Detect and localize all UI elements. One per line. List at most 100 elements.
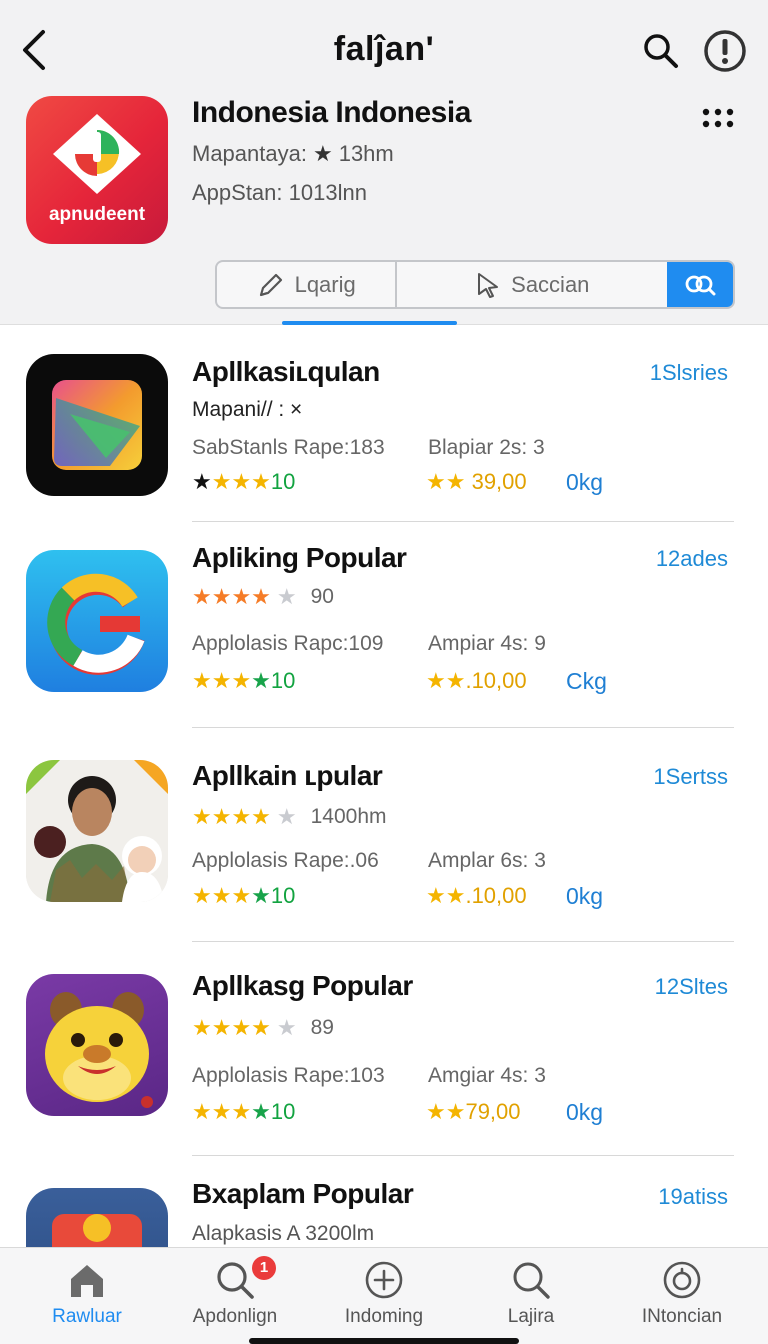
score-value: 10	[270, 1099, 296, 1124]
info-button[interactable]	[702, 28, 748, 74]
item-right-info: Blapiar 2s: 3	[428, 436, 545, 459]
star-icon: ★	[192, 469, 212, 494]
tab-intoncian[interactable]: INtoncian	[607, 1248, 757, 1344]
tab-lajira[interactable]: Lajira	[456, 1248, 606, 1344]
item-size: 0kg	[566, 469, 604, 495]
segment-search-button[interactable]	[667, 262, 733, 307]
star-icon: ★★	[426, 1099, 466, 1124]
app-name: Indonesia Indonesia	[192, 96, 471, 129]
segment-control: Lqarig Saccian	[215, 260, 735, 309]
search-icon	[644, 34, 678, 68]
active-tab-indicator	[282, 321, 457, 325]
item-left-info: Applolasis Rapc:109	[192, 632, 384, 655]
tab-label: INtoncian	[641, 1306, 723, 1327]
settings-circle-icon	[663, 1261, 701, 1299]
home-indicator	[249, 1338, 519, 1344]
item-tag[interactable]: 1Slsries	[650, 360, 728, 386]
score-value: .10,00	[465, 883, 527, 908]
app-meta-store: AppStan: 1013lnn	[192, 180, 367, 205]
tab-rawluar[interactable]: Rawluar	[12, 1248, 162, 1344]
notification-badge: 1	[252, 1256, 276, 1280]
app-icon-brand: apnudeent	[48, 204, 146, 225]
item-tag[interactable]: 19atiss	[658, 1184, 728, 1210]
tab-label: Rawluar	[52, 1306, 122, 1327]
item-tag[interactable]: 12ades	[656, 546, 728, 572]
item-left-info: SabStanls Rape:183	[192, 436, 385, 459]
bottom-tab-bar: Rawluar Apdonlign Indoming Lajira INtonc…	[0, 1247, 768, 1344]
tab-saccian[interactable]: Saccian	[397, 262, 667, 307]
list-item[interactable]: Apllkain ʟpular 1Sertss ★★★★ ★ 1400hm App…	[0, 728, 768, 942]
item-left-score: ★★★★ 10	[192, 668, 295, 694]
item-size: Ckg	[566, 668, 607, 694]
item-subtitle: Mapani// : ×	[192, 398, 303, 421]
item-subtitle: Alapkasis A 3200lm	[192, 1222, 375, 1245]
app-icon	[26, 1188, 168, 1247]
app-meta-rating: Mapantaya: ★ 13hm	[192, 141, 394, 167]
score-value: .10,00	[465, 668, 527, 693]
more-button[interactable]	[698, 104, 738, 132]
item-rating: ★★★★ ★ 1400hm	[192, 805, 387, 829]
rating-count: 1400hm	[310, 805, 387, 828]
tab-lqarig[interactable]: Lqarig	[217, 262, 398, 307]
star-icon: ★★★★	[192, 804, 271, 829]
item-tag[interactable]: 1Sertss	[653, 764, 728, 790]
tab-label: Saccian	[511, 271, 590, 297]
app-meta-value: 13hm	[338, 141, 394, 166]
family-photo-icon	[26, 760, 168, 902]
tab-label: Indoming	[344, 1306, 424, 1327]
list-item[interactable]: Bxaplam Popular 19atiss Alapkasis A 3200…	[0, 1156, 768, 1247]
item-right-info: Ampiar 4s: 9	[428, 632, 546, 655]
list-item[interactable]: Apllkasg Popular 12Sltes ★★★★ ★ 89 Applol…	[0, 942, 768, 1156]
item-left-score: ★★★★ 10	[192, 883, 295, 909]
star-icon: ★	[251, 883, 271, 908]
item-right-score: ★★ .10,00	[426, 883, 527, 909]
home-icon	[71, 1265, 103, 1297]
more-dots-icon	[702, 108, 734, 128]
app-logo-icon	[53, 114, 141, 194]
score-value: 10	[270, 668, 296, 693]
score-value: 10	[270, 469, 296, 494]
item-size: 0kg	[566, 883, 604, 909]
list-item[interactable]: Apllkasiʟqulan 1Slsries Mapani// : × Sab…	[0, 326, 768, 522]
star-icon: ★★★	[192, 1099, 252, 1124]
item-left-info: Applolasis Rape:103	[192, 1064, 385, 1087]
item-title: Apllkain ʟpular	[192, 760, 383, 791]
star-icon: ★★★	[192, 668, 252, 693]
pen-icon	[259, 273, 282, 296]
item-right-score: ★★ .10,00	[426, 668, 527, 694]
star-icon: ★★	[426, 469, 466, 494]
item-title: Bxaplam Popular	[192, 1178, 414, 1209]
item-size: 0kg	[566, 1099, 604, 1125]
tab-label: Lqarig	[294, 271, 356, 297]
star-icon: ★	[276, 1015, 297, 1040]
cartoon-creature-icon	[26, 974, 168, 1116]
g-logo-icon	[26, 550, 168, 692]
item-title: Apllkasiʟqulan	[192, 356, 380, 387]
star-icon: ★	[276, 804, 297, 829]
star-icon: ★★	[426, 883, 466, 908]
star-icon: ★	[276, 584, 297, 609]
item-tag[interactable]: 12Sltes	[655, 974, 728, 1000]
search-button[interactable]	[640, 30, 682, 72]
tab-label: Lajira	[507, 1306, 555, 1327]
search-double-icon	[685, 275, 716, 295]
score-value: 39,00	[471, 469, 527, 494]
star-icon: ★★★★	[192, 1015, 271, 1040]
item-left-info: Applolasis Rape:.06	[192, 849, 379, 872]
item-left-score: ★★★★ 10	[192, 1099, 295, 1125]
tab-apdonlign[interactable]: Apdonlign	[160, 1248, 310, 1344]
item-right-score: ★★ 39,00	[426, 469, 527, 495]
app-meta-label: Mapantaya:	[192, 141, 307, 166]
star-icon: ★★★	[211, 469, 271, 494]
search-icon	[217, 1262, 254, 1299]
item-title: Apllkasg Popular	[192, 970, 413, 1001]
item-rating: ★★★★ ★ 90	[192, 585, 334, 609]
score-value: 10	[270, 883, 296, 908]
star-icon: ★	[251, 1099, 271, 1124]
app-icon[interactable]: apnudeent	[26, 96, 168, 244]
tab-label: Apdonlign	[192, 1306, 278, 1327]
info-icon	[704, 30, 746, 72]
tab-indoming[interactable]: Indoming	[309, 1248, 459, 1344]
star-icon: ★★	[426, 668, 466, 693]
list-item[interactable]: Apliking Popular 12ades ★★★★ ★ 90 Applola…	[0, 522, 768, 728]
